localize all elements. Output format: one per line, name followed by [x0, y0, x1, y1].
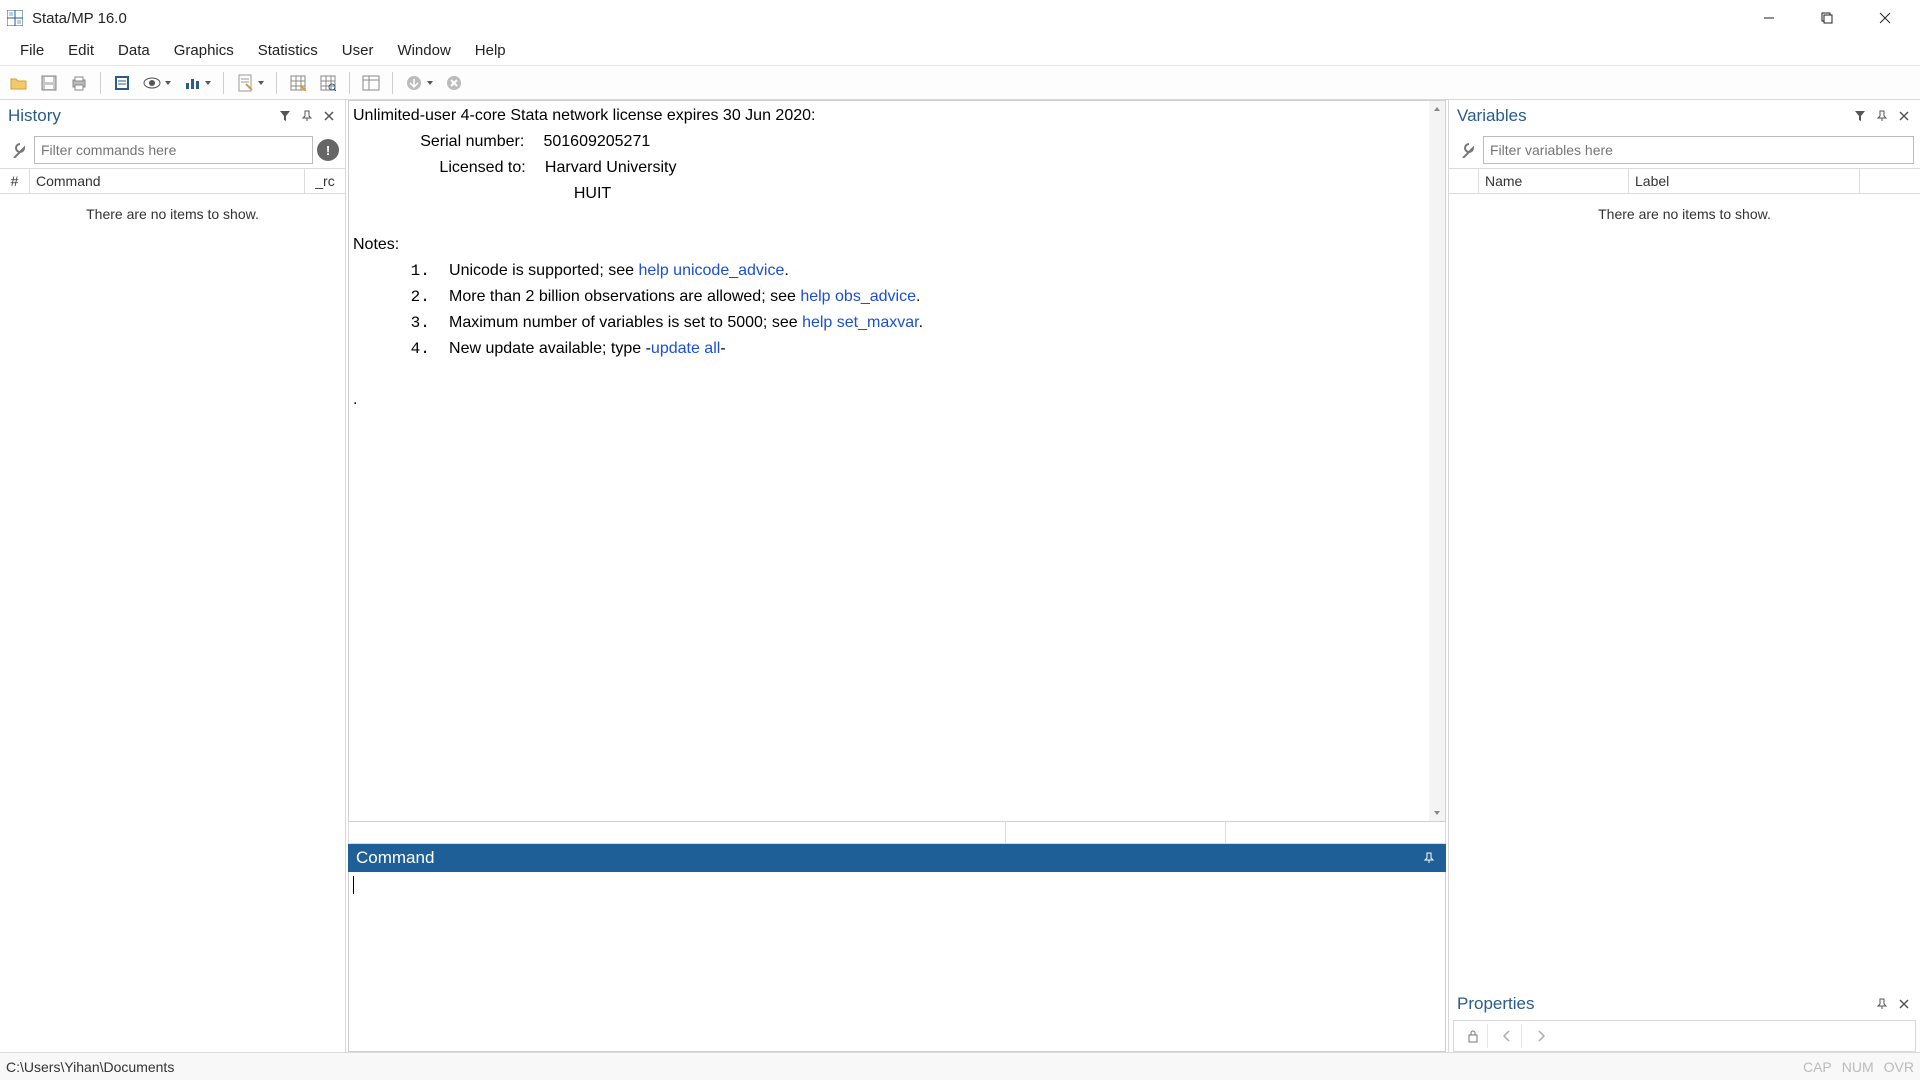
prev-icon[interactable] — [1492, 1024, 1522, 1048]
history-col-rc[interactable]: _rc — [305, 169, 345, 193]
variables-title: Variables — [1457, 106, 1848, 126]
link-update-all[interactable]: update all — [651, 340, 720, 357]
menu-graphics[interactable]: Graphics — [162, 38, 246, 63]
break-icon[interactable] — [441, 70, 467, 96]
toolbar — [0, 66, 1920, 100]
link-unicode-advice[interactable]: help unicode_advice — [638, 262, 784, 279]
variables-manager-icon[interactable] — [358, 70, 384, 96]
history-filter-input[interactable] — [34, 136, 313, 164]
properties-panel: Properties — [1449, 988, 1920, 1052]
variables-columns: Name Label — [1449, 168, 1920, 194]
cap-indicator: CAP — [1803, 1059, 1832, 1075]
print-icon[interactable] — [66, 70, 92, 96]
close-icon[interactable] — [1894, 994, 1914, 1014]
variables-empty: There are no items to show. — [1449, 194, 1920, 988]
log-icon[interactable] — [109, 70, 135, 96]
menu-statistics[interactable]: Statistics — [246, 38, 330, 63]
scroll-down-icon[interactable] — [1429, 805, 1445, 821]
history-empty: There are no items to show. — [0, 194, 345, 1052]
results-content: Unlimited-user 4-core Stata network lice… — [353, 103, 1427, 413]
history-col-num[interactable]: # — [0, 169, 30, 193]
dofile-editor-icon[interactable] — [232, 70, 258, 96]
properties-title: Properties — [1457, 994, 1870, 1014]
link-obs-advice[interactable]: help obs_advice — [800, 288, 916, 305]
menu-edit[interactable]: Edit — [56, 38, 106, 63]
close-icon[interactable] — [319, 106, 339, 126]
variables-filter-input[interactable] — [1483, 136, 1914, 164]
lock-icon[interactable] — [1458, 1024, 1488, 1048]
menu-user[interactable]: User — [330, 38, 386, 63]
variables-col-label[interactable]: Label — [1629, 169, 1860, 193]
pin-icon[interactable] — [1872, 994, 1892, 1014]
footer-statusbar: C:\Users\Yihan\Documents CAP NUM OVR — [0, 1052, 1920, 1080]
command-input[interactable] — [348, 872, 1446, 1052]
open-icon[interactable] — [6, 70, 32, 96]
next-icon[interactable] — [1526, 1024, 1556, 1048]
close-icon[interactable] — [1894, 106, 1914, 126]
titlebar: Stata/MP 16.0 — [0, 0, 1920, 36]
results-panel: Unlimited-user 4-core Stata network lice… — [348, 100, 1446, 822]
filter-icon[interactable] — [1850, 106, 1870, 126]
pin-icon[interactable] — [297, 106, 317, 126]
app-icon — [6, 9, 24, 27]
scroll-up-icon[interactable] — [1429, 101, 1445, 117]
history-title: History — [8, 106, 273, 126]
command-panel: Command — [348, 844, 1446, 1052]
menu-window[interactable]: Window — [385, 38, 462, 63]
num-indicator: NUM — [1842, 1059, 1874, 1075]
minimize-button[interactable] — [1740, 0, 1798, 36]
menu-help[interactable]: Help — [463, 38, 518, 63]
more-icon[interactable] — [401, 70, 427, 96]
working-directory: C:\Users\Yihan\Documents — [6, 1059, 1793, 1075]
pin-icon[interactable] — [1872, 106, 1892, 126]
wrench-icon[interactable] — [1455, 138, 1479, 162]
history-columns: # Command _rc — [0, 168, 345, 194]
menu-file[interactable]: File — [8, 38, 56, 63]
results-statusbar — [348, 822, 1446, 844]
ovr-indicator: OVR — [1884, 1059, 1914, 1075]
variables-panel: Variables Name Label There are no items … — [1449, 100, 1920, 988]
save-icon[interactable] — [36, 70, 62, 96]
command-title: Command — [356, 848, 1420, 868]
data-editor-browse-icon[interactable] — [315, 70, 341, 96]
wrench-icon[interactable] — [6, 138, 30, 162]
viewer-icon[interactable] — [139, 70, 165, 96]
menubar: File Edit Data Graphics Statistics User … — [0, 36, 1920, 66]
menu-data[interactable]: Data — [106, 38, 162, 63]
variables-col-name[interactable]: Name — [1479, 169, 1629, 193]
link-set-maxvar[interactable]: help set_maxvar — [802, 314, 919, 331]
graph-icon[interactable] — [179, 70, 205, 96]
maximize-button[interactable] — [1798, 0, 1856, 36]
close-button[interactable] — [1856, 0, 1914, 36]
history-col-command[interactable]: Command — [30, 169, 305, 193]
history-toggle-button[interactable]: ! — [317, 139, 339, 161]
filter-icon[interactable] — [275, 106, 295, 126]
history-panel: History ! # Command _rc There are no ite… — [0, 100, 346, 1052]
pin-icon[interactable] — [1420, 849, 1438, 867]
results-scrollbar[interactable] — [1429, 101, 1445, 821]
data-editor-edit-icon[interactable] — [285, 70, 311, 96]
app-title: Stata/MP 16.0 — [32, 10, 127, 27]
